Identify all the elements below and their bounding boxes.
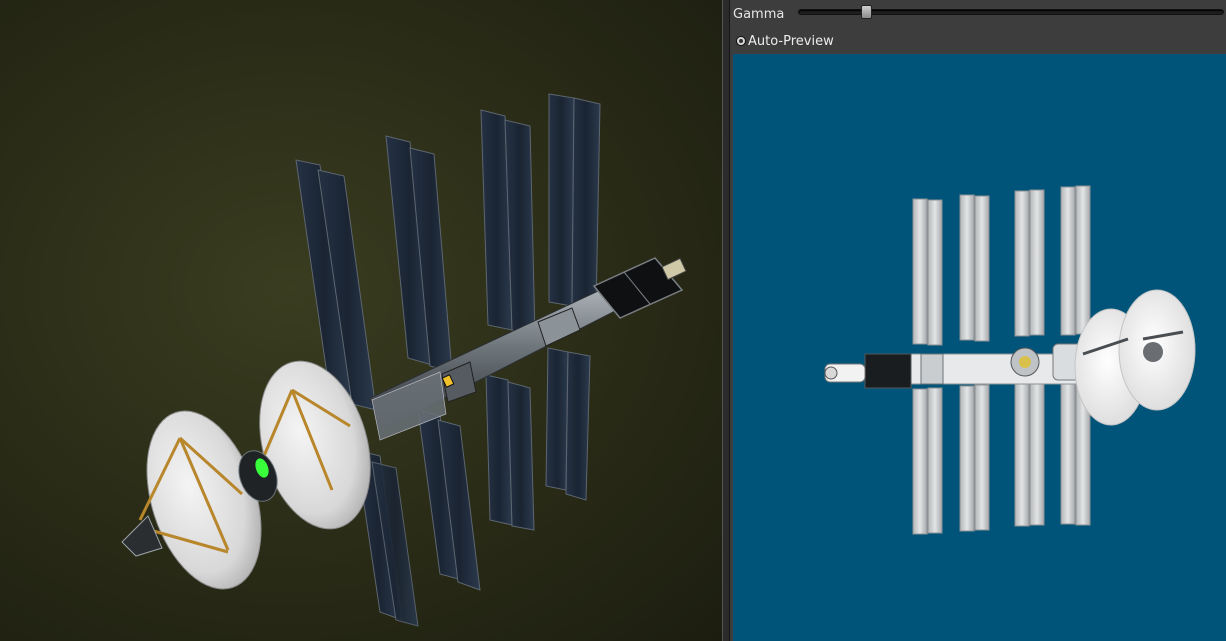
solar-array-3 — [480, 109, 536, 531]
preview-model-render — [824, 185, 1196, 535]
gamma-slider-thumb[interactable] — [861, 5, 872, 19]
preview-viewport[interactable] — [733, 54, 1226, 641]
gamma-row: Gamma — [730, 0, 1226, 30]
model-3d-viewport[interactable] — [0, 0, 722, 641]
settings-panel: Gamma Auto-Preview — [730, 0, 1226, 641]
auto-preview-row[interactable]: Auto-Preview — [730, 31, 1226, 53]
gamma-label: Gamma — [733, 7, 785, 22]
auto-preview-label: Auto-Preview — [748, 34, 834, 49]
preview-dishes — [1074, 289, 1196, 426]
spacecraft-model-render — [121, 93, 687, 627]
gamma-slider[interactable] — [798, 5, 1224, 19]
preview-body — [824, 343, 1104, 389]
panel-splitter[interactable] — [722, 0, 730, 641]
auto-preview-radio[interactable] — [736, 36, 746, 46]
